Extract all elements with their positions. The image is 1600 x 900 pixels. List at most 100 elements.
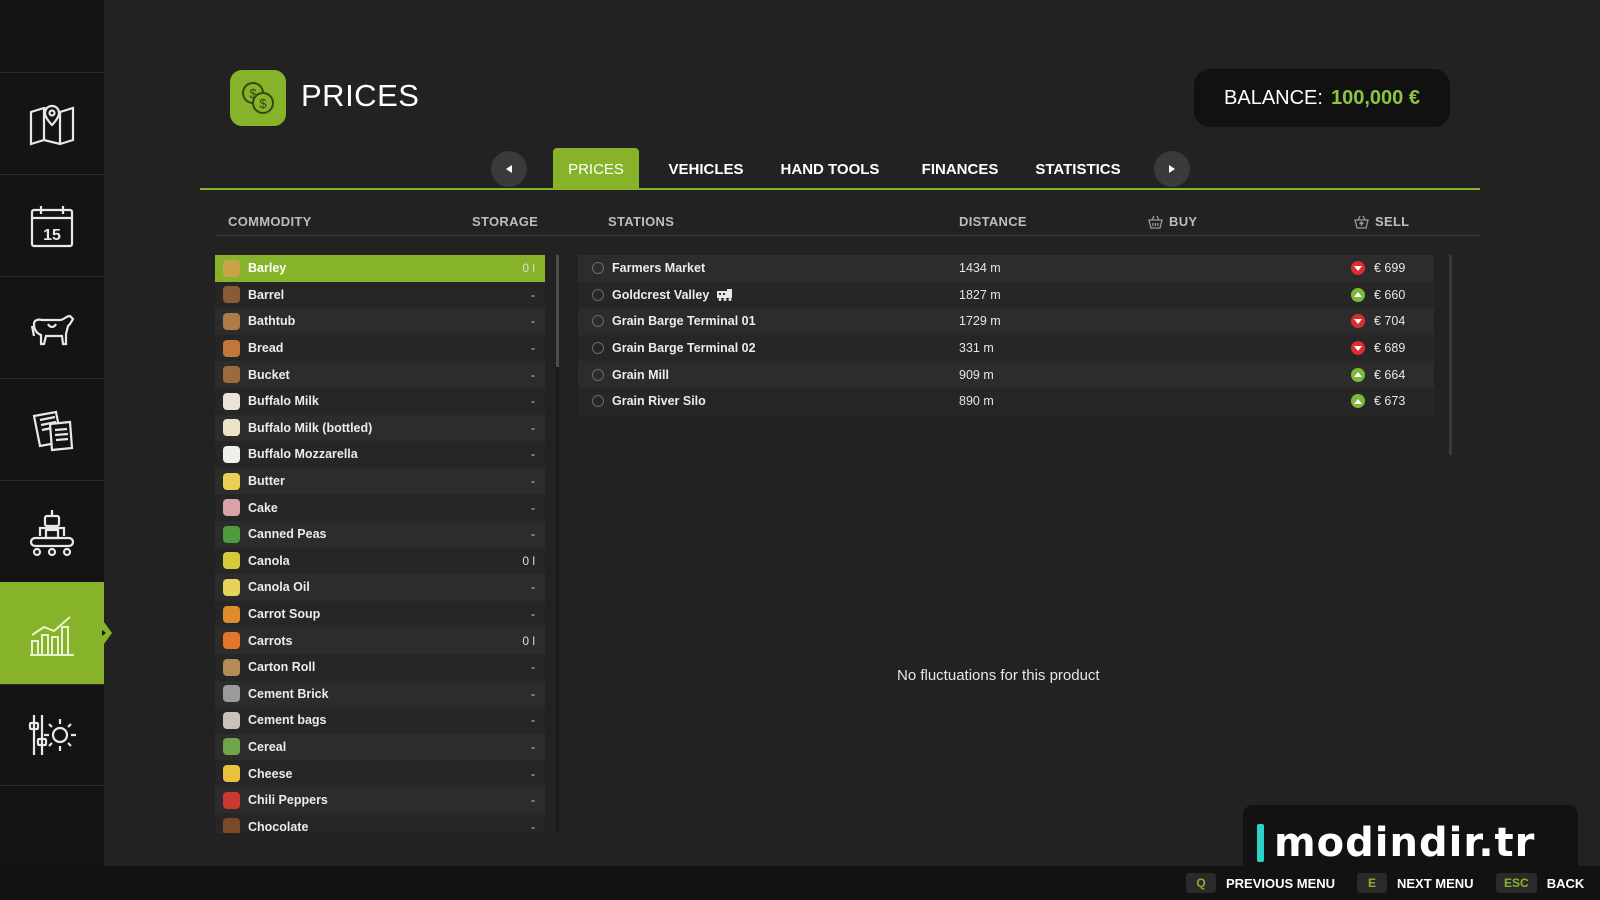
tab-statistics[interactable]: STATISTICS xyxy=(1018,148,1138,190)
station-row[interactable]: Grain Barge Terminal 02 331 m € 689 xyxy=(578,334,1434,362)
station-name-cell: Grain Mill xyxy=(612,368,669,382)
commodity-row[interactable]: Chocolate - xyxy=(215,813,545,833)
station-sell-price: € 660 xyxy=(1374,287,1406,302)
settings-icon xyxy=(28,715,76,755)
commodity-scrollbar-thumb[interactable] xyxy=(556,255,559,367)
column-header-stations[interactable]: STATIONS xyxy=(608,214,674,229)
commodity-row[interactable]: Bread - xyxy=(215,334,545,362)
station-row[interactable]: Goldcrest Valley 1827 m € 660 xyxy=(578,281,1434,309)
commodity-row[interactable]: Cake - xyxy=(215,494,545,521)
chevron-left-icon xyxy=(506,165,512,173)
commodity-storage: - xyxy=(531,660,535,675)
commodity-list[interactable]: Barley 0 l Barrel - Bathtub - Bread - Bucket - Buf… xyxy=(215,255,545,833)
commodity-row[interactable]: Barley 0 l xyxy=(215,255,545,282)
column-header-distance[interactable]: DISTANCE xyxy=(959,214,1027,229)
station-distance: 1729 m xyxy=(959,314,1001,329)
sidebar-item-calendar[interactable]: 15 xyxy=(0,174,104,276)
sell-basket-icon xyxy=(1354,215,1369,229)
station-row[interactable]: Farmers Market 1434 m € 699 xyxy=(578,255,1434,282)
commodity-row[interactable]: Canola Oil - xyxy=(215,574,545,601)
commodity-row[interactable]: Chili Peppers - xyxy=(215,786,545,814)
commodity-storage: - xyxy=(531,367,535,382)
commodity-row[interactable]: Bathtub - xyxy=(215,308,545,335)
commodity-name: Cement bags xyxy=(248,713,327,728)
commodity-storage: - xyxy=(531,793,535,808)
commodity-storage: - xyxy=(531,686,535,701)
commodity-row[interactable]: Carrot Soup - xyxy=(215,600,545,628)
commodity-row[interactable]: Buffalo Milk - xyxy=(215,387,545,415)
commodity-storage: - xyxy=(531,500,535,515)
hint-next-menu[interactable]: E NEXT MENU xyxy=(1357,873,1474,893)
commodity-row[interactable]: Cement bags - xyxy=(215,707,545,734)
previous-tab-button[interactable] xyxy=(491,151,527,187)
commodity-row[interactable]: Carrots 0 l xyxy=(215,627,545,654)
sidebar-item-settings[interactable] xyxy=(0,684,104,786)
commodity-icon xyxy=(223,552,240,570)
calendar-day-label: 15 xyxy=(43,227,61,244)
sidebar-item-map[interactable] xyxy=(0,72,104,174)
station-sell-price: € 689 xyxy=(1374,341,1406,356)
station-row[interactable]: Grain Barge Terminal 01 1729 m € 704 xyxy=(578,308,1434,335)
station-name-cell: Grain Barge Terminal 01 xyxy=(612,314,756,328)
station-pin-icon[interactable] xyxy=(592,288,604,301)
station-pin-icon[interactable] xyxy=(592,395,604,408)
tab-prices[interactable]: PRICES xyxy=(553,148,639,190)
tab-finances[interactable]: FINANCES xyxy=(905,148,1015,190)
commodity-icon xyxy=(223,419,240,437)
page-title: PRICES xyxy=(301,78,420,113)
column-header-storage[interactable]: STORAGE xyxy=(472,214,538,229)
station-distance: 890 m xyxy=(959,394,994,409)
commodity-name: Canola xyxy=(248,553,290,568)
commodity-row[interactable]: Buffalo Mozzarella - xyxy=(215,441,545,468)
next-tab-button[interactable] xyxy=(1154,151,1190,187)
buy-basket-icon xyxy=(1148,215,1163,229)
column-header-commodity[interactable]: COMMODITY xyxy=(228,214,312,229)
sidebar-item-statistics[interactable] xyxy=(0,582,112,684)
commodity-row[interactable]: Buffalo Milk (bottled) - xyxy=(215,414,545,442)
station-pin-icon[interactable] xyxy=(592,262,604,275)
commodity-row[interactable]: Butter - xyxy=(215,467,545,495)
commodity-row[interactable]: Barrel - xyxy=(215,281,545,309)
sidebar-item-animals[interactable] xyxy=(0,276,104,378)
commodity-row[interactable]: Cereal - xyxy=(215,733,545,761)
commodity-scrollbar[interactable] xyxy=(556,255,559,833)
hint-back[interactable]: ESC BACK xyxy=(1496,873,1584,893)
header-divider xyxy=(216,235,1480,236)
chevron-right-icon xyxy=(1169,165,1175,173)
stations-scrollbar[interactable] xyxy=(1449,255,1452,455)
commodity-row[interactable]: Cheese - xyxy=(215,760,545,787)
calendar-icon: 15 xyxy=(30,205,74,247)
commodity-name: Cheese xyxy=(248,766,293,781)
commodity-storage: - xyxy=(531,474,535,489)
commodity-row[interactable]: Bucket - xyxy=(215,361,545,388)
station-row[interactable]: Grain River Silo 890 m € 673 xyxy=(578,387,1434,415)
commodity-storage: - xyxy=(531,420,535,435)
hint-previous-menu[interactable]: Q PREVIOUS MENU xyxy=(1186,873,1335,893)
station-row[interactable]: Grain Mill 909 m € 664 xyxy=(578,361,1434,388)
hint-back-label: BACK xyxy=(1546,875,1585,891)
price-trend-up-icon xyxy=(1351,367,1365,382)
column-header-sell[interactable]: SELL xyxy=(1354,214,1409,229)
tab-hand-tools[interactable]: HAND TOOLS xyxy=(770,148,890,190)
balance-display: BALANCE: 100,000 € xyxy=(1194,69,1450,127)
commodity-row[interactable]: Carton Roll - xyxy=(215,653,545,681)
commodity-row[interactable]: Canola 0 l xyxy=(215,547,545,575)
watermark-text: modindir.tr xyxy=(1274,820,1536,866)
tab-vehicles[interactable]: VEHICLES xyxy=(656,148,756,190)
station-pin-icon[interactable] xyxy=(592,368,604,381)
station-pin-icon[interactable] xyxy=(592,315,604,328)
sidebar-item-production[interactable] xyxy=(0,480,104,582)
station-sell-price: € 664 xyxy=(1374,367,1406,382)
commodity-row[interactable]: Cement Brick - xyxy=(215,680,545,708)
station-pin-icon[interactable] xyxy=(592,342,604,355)
commodity-name: Butter xyxy=(248,474,285,489)
station-sell-price: € 673 xyxy=(1374,394,1406,409)
sidebar-item-contracts[interactable] xyxy=(0,378,104,480)
station-distance: 1434 m xyxy=(959,261,1001,276)
station-sell-price: € 704 xyxy=(1374,314,1406,329)
column-header-buy[interactable]: BUY xyxy=(1148,214,1197,229)
commodity-icon xyxy=(223,818,240,833)
commodity-icon xyxy=(223,578,240,596)
commodity-name: Carton Roll xyxy=(248,660,316,675)
commodity-row[interactable]: Canned Peas - xyxy=(215,520,545,548)
